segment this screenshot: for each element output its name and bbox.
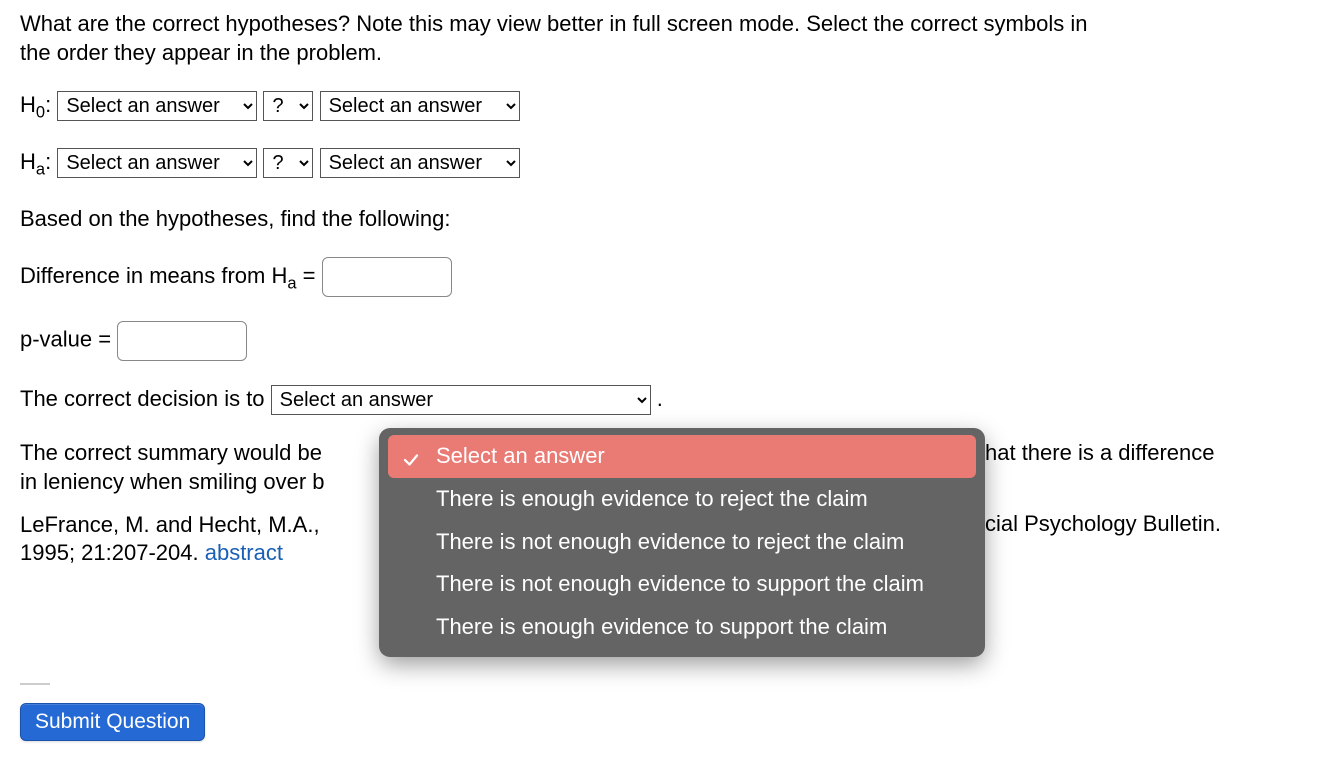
h0-operator-select[interactable]: ? <box>263 91 313 121</box>
pvalue-input[interactable] <box>117 321 247 361</box>
ha-label: Ha: <box>20 149 57 174</box>
dropdown-option[interactable]: There is not enough evidence to support … <box>388 563 976 606</box>
dropdown-option-label: There is enough evidence to reject the c… <box>436 486 868 511</box>
dropdown-option-label: There is not enough evidence to support … <box>436 571 924 596</box>
decision-row: The correct decision is to Select an ans… <box>20 385 1310 415</box>
ha-row: Ha: Select an answer ? Select an answer <box>20 148 1310 181</box>
decision-label-post: . <box>657 386 663 411</box>
check-icon <box>402 448 420 466</box>
summary-text-1a: The correct summary would be <box>20 440 322 465</box>
h0-row: H0: Select an answer ? Select an answer <box>20 91 1310 124</box>
difference-input[interactable] <box>322 257 452 297</box>
summary-text-2: in leniency when smiling over b <box>20 469 325 494</box>
dropdown-option[interactable]: There is enough evidence to support the … <box>388 606 976 649</box>
ha-operator-select[interactable]: ? <box>263 148 313 178</box>
dropdown-option-label: Select an answer <box>436 443 605 468</box>
decision-label-pre: The correct decision is to <box>20 386 271 411</box>
h0-label: H0: <box>20 92 57 117</box>
citation-text-1a: LeFrance, M. and Hecht, M.A., <box>20 512 320 537</box>
citation-text-2: 1995; 21:207-204. <box>20 540 205 565</box>
dropdown-option[interactable]: There is enough evidence to reject the c… <box>388 478 976 521</box>
based-on-text: Based on the hypotheses, find the follow… <box>20 205 1310 234</box>
h0-param-select[interactable]: Select an answer <box>57 91 257 121</box>
dropdown-option[interactable]: There is not enough evidence to reject t… <box>388 521 976 564</box>
question-prompt: What are the correct hypotheses? Note th… <box>20 10 1120 67</box>
pvalue-label: p-value = <box>20 327 117 352</box>
dropdown-option-selected[interactable]: Select an answer <box>388 435 976 478</box>
abstract-link[interactable]: abstract <box>205 540 283 565</box>
summary-text-1b: hat there is a difference <box>985 440 1215 465</box>
h0-value-select[interactable]: Select an answer <box>320 91 520 121</box>
difference-row: Difference in means from Ha = <box>20 257 1310 297</box>
pvalue-row: p-value = <box>20 321 1310 361</box>
decision-select[interactable]: Select an answer <box>271 385 651 415</box>
summary-dropdown-popup[interactable]: Select an answer There is enough evidenc… <box>380 429 984 656</box>
summary-area: The correct summary would be in leniency… <box>20 439 1310 669</box>
citation-text-1b: cial Psychology Bulletin. <box>985 511 1221 536</box>
difference-label: Difference in means from Ha = <box>20 263 322 288</box>
ha-value-select[interactable]: Select an answer <box>320 148 520 178</box>
dropdown-option-label: There is enough evidence to support the … <box>436 614 887 639</box>
dropdown-option-label: There is not enough evidence to reject t… <box>436 529 904 554</box>
ha-param-select[interactable]: Select an answer <box>57 148 257 178</box>
divider <box>20 683 50 685</box>
submit-question-button[interactable]: Submit Question <box>20 703 205 741</box>
